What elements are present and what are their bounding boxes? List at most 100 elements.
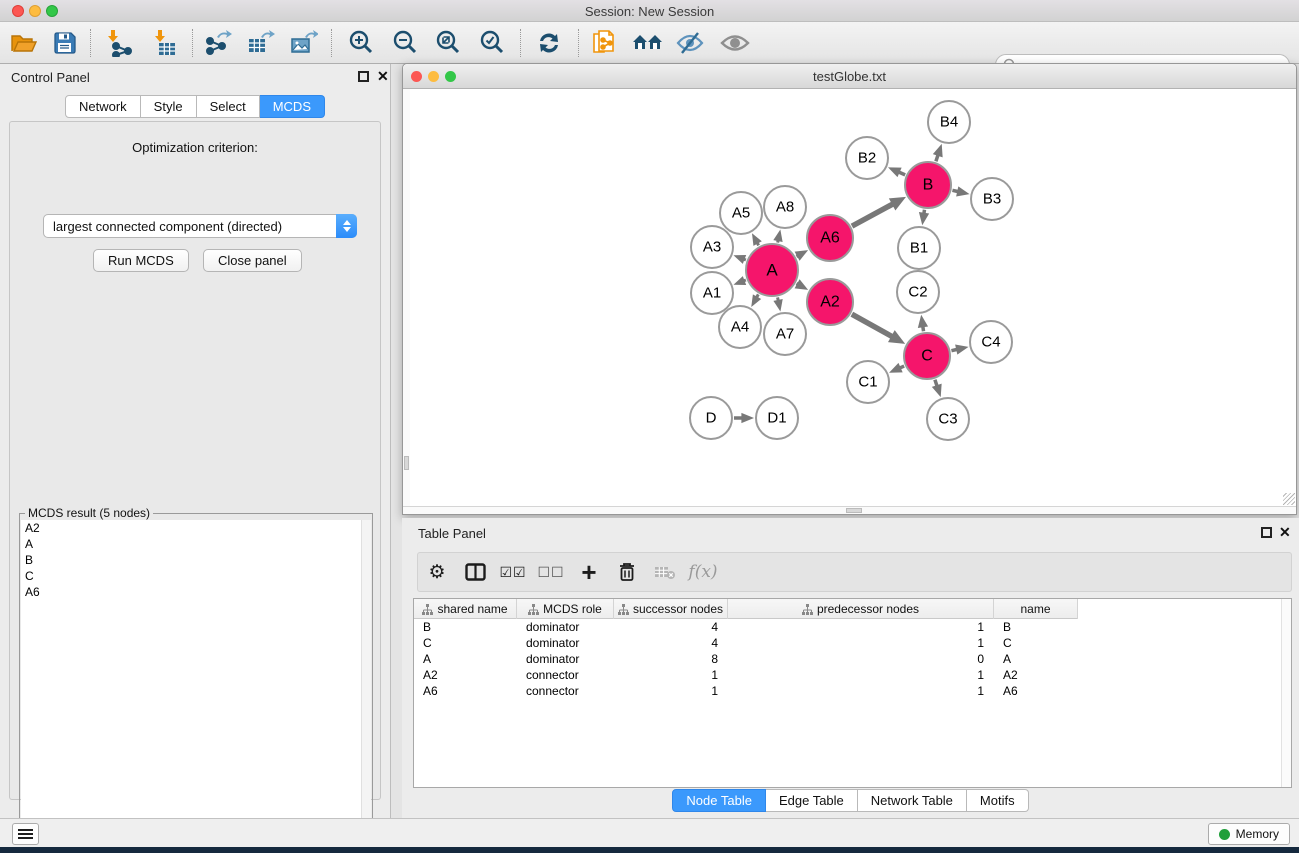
export-image-icon[interactable]: [287, 28, 319, 58]
table-cell[interactable]: 1: [728, 635, 994, 651]
column-header-shared-name[interactable]: shared name: [414, 599, 517, 619]
table-cell[interactable]: 1: [614, 683, 728, 699]
network-window-titlebar[interactable]: testGlobe.txt: [403, 64, 1296, 89]
table-cell[interactable]: connector: [517, 667, 614, 683]
main-toolbar: [0, 22, 1299, 64]
table-cell[interactable]: 8: [614, 651, 728, 667]
table-cell[interactable]: dominator: [517, 651, 614, 667]
edge-B-B2[interactable]: [899, 172, 906, 175]
add-column-icon[interactable]: +: [570, 557, 608, 588]
network-canvas[interactable]: B4B2BB3A5A8A6A3B1AA1C2A2A4A7C4CC1C3DD1: [410, 89, 1296, 508]
table-cell[interactable]: 1: [728, 683, 994, 699]
zoom-out-icon[interactable]: [389, 28, 421, 58]
table-cell[interactable]: dominator: [517, 619, 614, 635]
deselect-all-icon[interactable]: ☐☐: [532, 564, 570, 581]
tab-style[interactable]: Style: [141, 95, 197, 118]
show-panel-icon[interactable]: [719, 28, 751, 58]
tab-select[interactable]: Select: [197, 95, 260, 118]
table-cell[interactable]: A2: [414, 667, 517, 683]
float-table-panel-icon[interactable]: [1261, 527, 1272, 538]
network-left-scrollbar[interactable]: [403, 89, 410, 508]
zoom-in-icon[interactable]: [345, 28, 377, 58]
table-cell[interactable]: dominator: [517, 635, 614, 651]
toolbar-separator: [90, 29, 91, 57]
refresh-icon[interactable]: [533, 28, 565, 58]
tab-node-table[interactable]: Node Table: [672, 789, 766, 812]
table-cell[interactable]: A2: [994, 667, 1078, 683]
select-all-icon[interactable]: ☑☑: [494, 564, 532, 581]
edge-C-C3[interactable]: [935, 380, 937, 386]
duplicate-network-icon[interactable]: [589, 28, 621, 58]
table-cell[interactable]: C: [994, 635, 1078, 651]
zoom-selected-icon[interactable]: [476, 28, 508, 58]
table-cell[interactable]: 1: [728, 619, 994, 635]
table-cell[interactable]: 0: [728, 651, 994, 667]
table-cell[interactable]: A: [414, 651, 517, 667]
column-header-successor-nodes[interactable]: successor nodes: [614, 599, 728, 619]
hide-panel-icon[interactable]: [674, 28, 706, 58]
tab-network-table[interactable]: Network Table: [858, 789, 967, 812]
open-file-icon[interactable]: [8, 28, 40, 58]
delete-icon[interactable]: [608, 562, 646, 582]
export-network-icon[interactable]: [202, 28, 234, 58]
tab-network[interactable]: Network: [65, 95, 141, 118]
split-columns-icon[interactable]: [456, 563, 494, 581]
edge-A2-C[interactable]: [852, 314, 892, 336]
column-header-name[interactable]: name: [994, 599, 1078, 619]
criterion-dropdown[interactable]: largest connected component (directed): [43, 214, 357, 238]
table-row[interactable]: A2connector11A2: [414, 667, 1078, 683]
delete-table-icon[interactable]: [646, 564, 684, 580]
float-panel-icon[interactable]: [358, 71, 369, 82]
result-item[interactable]: C: [21, 568, 363, 584]
edge-A6-B[interactable]: [852, 204, 893, 226]
table-scrollbar[interactable]: [1281, 599, 1291, 787]
column-header-label: successor nodes: [633, 602, 723, 616]
table-row[interactable]: Bdominator41B: [414, 619, 1078, 635]
table-cell[interactable]: 4: [614, 635, 728, 651]
close-panel-button[interactable]: Close panel: [203, 249, 302, 272]
tab-motifs[interactable]: Motifs: [967, 789, 1029, 812]
task-history-button[interactable]: [12, 823, 39, 845]
mcds-result-title: MCDS result (5 nodes): [25, 506, 153, 520]
export-table-icon[interactable]: [244, 28, 276, 58]
result-item[interactable]: A: [21, 536, 363, 552]
mcds-result-list[interactable]: A2ABCA6: [21, 520, 363, 851]
table-cell[interactable]: A: [994, 651, 1078, 667]
resize-grip-icon[interactable]: [1283, 493, 1295, 505]
network-bottom-scrollbar[interactable]: [403, 506, 1296, 514]
column-header-predecessor-nodes[interactable]: predecessor nodes: [728, 599, 994, 619]
table-cell[interactable]: connector: [517, 683, 614, 699]
gear-icon[interactable]: ⚙: [418, 561, 456, 584]
edge-B-B4[interactable]: [936, 155, 938, 161]
table-cell[interactable]: 1: [728, 667, 994, 683]
table-cell[interactable]: B: [414, 619, 517, 635]
import-table-icon[interactable]: [149, 28, 181, 58]
table-cell[interactable]: A6: [414, 683, 517, 699]
table-cell[interactable]: 4: [614, 619, 728, 635]
result-scrollbar[interactable]: [361, 520, 371, 851]
first-neighbors-icon[interactable]: [631, 28, 663, 58]
table-cell[interactable]: A6: [994, 683, 1078, 699]
table-row[interactable]: Adominator80A: [414, 651, 1078, 667]
table-row[interactable]: Cdominator41C: [414, 635, 1078, 651]
result-item[interactable]: A2: [21, 520, 363, 536]
zoom-fit-icon[interactable]: [432, 28, 464, 58]
result-item[interactable]: B: [21, 552, 363, 568]
table-row[interactable]: A6connector11A6: [414, 683, 1078, 699]
table-cell[interactable]: B: [994, 619, 1078, 635]
close-table-panel-icon[interactable]: ✕: [1279, 524, 1291, 541]
column-header-MCDS-role[interactable]: MCDS role: [517, 599, 614, 619]
table-cell[interactable]: C: [414, 635, 517, 651]
close-panel-icon[interactable]: ✕: [377, 68, 389, 85]
memory-button[interactable]: Memory: [1208, 823, 1290, 845]
run-mcds-button[interactable]: Run MCDS: [93, 249, 189, 272]
import-network-icon[interactable]: [104, 28, 136, 58]
table-cell[interactable]: 1: [614, 667, 728, 683]
column-header-label: name: [1020, 602, 1050, 616]
tab-edge-table[interactable]: Edge Table: [766, 789, 858, 812]
tab-mcds[interactable]: MCDS: [260, 95, 325, 118]
save-session-icon[interactable]: [49, 28, 81, 58]
result-item[interactable]: A6: [21, 584, 363, 600]
node-label-B4: B4: [940, 114, 958, 131]
function-builder-icon[interactable]: f(x): [684, 562, 722, 582]
